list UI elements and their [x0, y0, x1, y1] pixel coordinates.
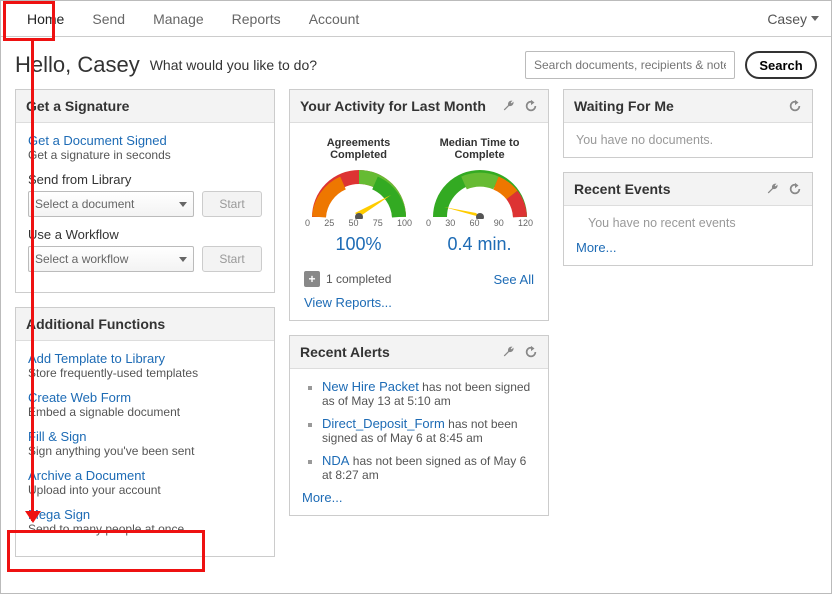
- mega-sign-link[interactable]: Mega Sign: [28, 507, 262, 522]
- plus-icon: +: [304, 271, 320, 287]
- get-doc-signed-link[interactable]: Get a Document Signed: [28, 133, 262, 148]
- panel-events: Recent Events You have no recent events …: [563, 172, 813, 266]
- waiting-empty: You have no documents.: [576, 133, 800, 147]
- fill-sign-link[interactable]: Fill & Sign: [28, 429, 262, 444]
- nav-reports[interactable]: Reports: [218, 1, 295, 36]
- alerts-more-link[interactable]: More...: [302, 490, 536, 505]
- nav-account[interactable]: Account: [295, 1, 374, 36]
- panel-title: Additional Functions: [26, 316, 165, 332]
- send-from-library-label: Send from Library: [28, 172, 262, 187]
- gauge1-chart: [309, 167, 409, 219]
- caret-down-icon: [811, 16, 819, 21]
- events-empty: You have no recent events: [576, 216, 800, 230]
- panel-alerts: Recent Alerts New Hire Packet has not be…: [289, 335, 549, 516]
- user-menu[interactable]: Casey: [767, 11, 819, 27]
- wrench-icon[interactable]: [502, 345, 516, 359]
- panel-additional: Additional Functions Add Template to Lib…: [15, 307, 275, 557]
- user-name: Casey: [767, 11, 807, 27]
- view-reports-link[interactable]: View Reports...: [298, 295, 540, 314]
- alert-row: NDA has not been signed as of May 6 at 8…: [322, 453, 536, 482]
- gauge1-value: 100%: [301, 234, 416, 255]
- greeting: Hello, Casey: [15, 52, 140, 78]
- alert-link[interactable]: Direct_Deposit_Form: [322, 416, 445, 431]
- add-template-link[interactable]: Add Template to Library: [28, 351, 262, 366]
- archive-doc-link[interactable]: Archive a Document: [28, 468, 262, 483]
- gauge2-title: Median Time to Complete: [422, 137, 537, 161]
- workflow-label: Use a Workflow: [28, 227, 262, 242]
- gauge1-title: Agreements Completed: [301, 137, 416, 161]
- search-input[interactable]: [525, 51, 735, 79]
- panel-title: Your Activity for Last Month: [300, 98, 486, 114]
- nav-send[interactable]: Send: [78, 1, 139, 36]
- completed-text: 1 completed: [326, 272, 391, 286]
- panel-waiting: Waiting For Me You have no documents.: [563, 89, 813, 158]
- panel-title: Get a Signature: [26, 98, 129, 114]
- top-nav: Home Send Manage Reports Account Casey: [1, 1, 831, 37]
- nav-manage[interactable]: Manage: [139, 1, 218, 36]
- panel-activity: Your Activity for Last Month Agreements …: [289, 89, 549, 321]
- chevron-down-icon: [179, 257, 187, 262]
- wrench-icon[interactable]: [766, 182, 780, 196]
- events-more-link[interactable]: More...: [576, 240, 800, 255]
- create-web-form-link[interactable]: Create Web Form: [28, 390, 262, 405]
- panel-title: Recent Events: [574, 181, 670, 197]
- gauge2-chart: [430, 167, 530, 219]
- refresh-icon[interactable]: [788, 99, 802, 113]
- get-doc-signed-sub: Get a signature in seconds: [28, 148, 262, 162]
- gauge2-value: 0.4 min.: [422, 234, 537, 255]
- library-select[interactable]: Select a document: [28, 191, 194, 217]
- panel-title: Recent Alerts: [300, 344, 390, 360]
- library-start-button[interactable]: Start: [202, 191, 262, 217]
- nav-home[interactable]: Home: [13, 1, 78, 36]
- alert-link[interactable]: New Hire Packet: [322, 379, 419, 394]
- search-button[interactable]: Search: [745, 51, 817, 79]
- see-all-link[interactable]: See All: [494, 272, 534, 287]
- refresh-icon[interactable]: [788, 182, 802, 196]
- panel-title: Waiting For Me: [574, 98, 674, 114]
- wrench-icon[interactable]: [502, 99, 516, 113]
- prompt-text: What would you like to do?: [150, 57, 317, 73]
- sub-header: Hello, Casey What would you like to do? …: [1, 37, 831, 89]
- chevron-down-icon: [179, 202, 187, 207]
- workflow-start-button[interactable]: Start: [202, 246, 262, 272]
- alert-link[interactable]: NDA: [322, 453, 349, 468]
- alert-row: New Hire Packet has not been signed as o…: [322, 379, 536, 408]
- refresh-icon[interactable]: [524, 99, 538, 113]
- refresh-icon[interactable]: [524, 345, 538, 359]
- workflow-select[interactable]: Select a workflow: [28, 246, 194, 272]
- alert-row: Direct_Deposit_Form has not been signed …: [322, 416, 536, 445]
- panel-get-signature: Get a Signature Get a Document Signed Ge…: [15, 89, 275, 293]
